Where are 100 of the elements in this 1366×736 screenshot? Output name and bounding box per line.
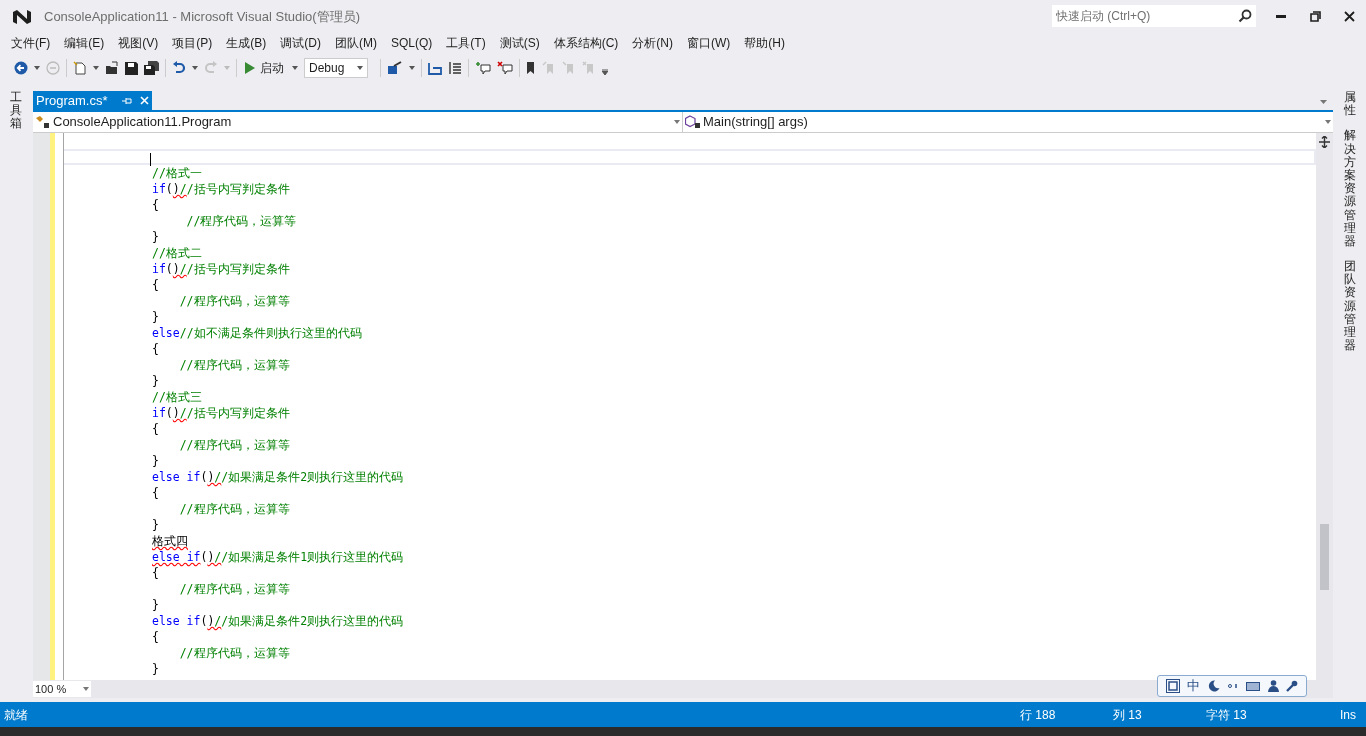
- code-line: {: [152, 566, 159, 580]
- punctuation-icon[interactable]: [1226, 682, 1239, 690]
- code-line: //程序代码，运算等: [178, 502, 290, 516]
- caret-icon[interactable]: [93, 66, 99, 70]
- caret-icon[interactable]: [292, 66, 298, 70]
- user-icon[interactable]: [1267, 680, 1279, 692]
- search-icon: [1238, 8, 1252, 23]
- pin-icon[interactable]: [121, 95, 132, 106]
- caret-icon: [674, 120, 680, 124]
- column-indicator: 列 13: [1113, 706, 1143, 724]
- save-all-icon[interactable]: [144, 61, 159, 75]
- caret-icon: [83, 687, 89, 691]
- keyboard-icon[interactable]: [1246, 681, 1261, 691]
- moon-icon[interactable]: [1207, 680, 1220, 692]
- menu-item[interactable]: 生成(B): [219, 34, 274, 52]
- code-line: }: [152, 662, 159, 676]
- status-text: 就绪: [4, 706, 29, 724]
- dock-tab[interactable]: 团队资源管理器: [1343, 260, 1356, 353]
- ime-language[interactable]: 中: [1187, 676, 1201, 696]
- code-line: //程序代码，运算等: [178, 358, 290, 372]
- line-indicator: 行 188: [1020, 706, 1057, 724]
- menu-item[interactable]: SQL(Q): [384, 34, 440, 52]
- ime-toolbar[interactable]: 中: [1157, 675, 1307, 697]
- code-line: }: [152, 374, 159, 388]
- text-cursor: [150, 153, 151, 166]
- minimize-icon: [1276, 14, 1286, 19]
- menu-item[interactable]: 帮助(H): [737, 34, 792, 52]
- method-icon: [685, 115, 701, 129]
- code-line: {: [152, 422, 159, 436]
- start-button[interactable]: 启动: [243, 59, 286, 77]
- menu-item[interactable]: 工具(T): [439, 34, 493, 52]
- window-title: ConsoleApplication11 - Microsoft Visual Studio(管理员): [44, 7, 360, 26]
- code-line: //程序代码，运算等: [185, 214, 297, 228]
- wrench-icon[interactable]: [1286, 680, 1299, 692]
- caret-icon[interactable]: [602, 69, 608, 75]
- code-line: {: [152, 342, 159, 356]
- dock-tab[interactable]: 解决方案资源管理器: [1343, 129, 1356, 249]
- save-icon[interactable]: [125, 61, 138, 75]
- menu-item[interactable]: 团队(M): [328, 34, 384, 52]
- code-line: }: [152, 518, 159, 532]
- code-line: //程序代码，运算等: [178, 294, 290, 308]
- insert-mode-indicator: Ins: [1340, 706, 1357, 724]
- menu-item[interactable]: 窗口(W): [680, 34, 738, 52]
- menu-item[interactable]: 体系结构(C): [546, 34, 626, 52]
- attach-icon[interactable]: [387, 61, 403, 75]
- menu-item[interactable]: 分析(N): [625, 34, 680, 52]
- back-icon[interactable]: [14, 61, 28, 75]
- comment-icon[interactable]: [475, 61, 491, 75]
- dock-tab[interactable]: 工具箱: [10, 91, 22, 131]
- caret-icon[interactable]: [409, 66, 415, 70]
- code-line: else//如不满足条件则执行这里的代码: [152, 326, 362, 340]
- caret-icon[interactable]: [192, 66, 198, 70]
- code-line: }: [152, 230, 159, 244]
- code-line: //程序代码，运算等: [178, 582, 290, 596]
- menu-item[interactable]: 视图(V): [111, 34, 166, 52]
- ime-logo-icon: [1165, 679, 1180, 693]
- scrollbar-thumb[interactable]: [1320, 524, 1329, 590]
- outdent-icon[interactable]: [448, 61, 462, 75]
- play-icon: [245, 62, 255, 74]
- code-line: {: [152, 486, 159, 500]
- new-item-icon[interactable]: [73, 61, 87, 75]
- uncomment-icon[interactable]: [497, 61, 513, 75]
- dropdown-arrow-icon[interactable]: [1320, 100, 1327, 104]
- document-tab[interactable]: Program.cs*: [33, 91, 152, 110]
- code-line: {: [152, 630, 159, 644]
- indent-icon[interactable]: [428, 61, 442, 75]
- zoom-dropdown[interactable]: 100 %: [33, 681, 91, 697]
- code-line: else if()//如果满足条件1则执行这里的代码: [152, 550, 404, 564]
- code-line: else if()//如果满足条件2则执行这里的代码: [152, 614, 404, 628]
- menu-item[interactable]: 测试(S): [492, 34, 547, 52]
- menu-item[interactable]: 项目(P): [165, 34, 220, 52]
- code-line: //格式三: [152, 390, 202, 404]
- code-line: {: [152, 278, 159, 292]
- menu-item[interactable]: 文件(F): [4, 34, 58, 52]
- code-line: }: [152, 310, 159, 324]
- close-icon[interactable]: [139, 96, 149, 105]
- code-line: 格式四: [152, 534, 188, 548]
- vertical-scrollbar[interactable]: [1316, 133, 1333, 680]
- close-icon: [1343, 11, 1355, 22]
- code-line: //格式二: [152, 246, 202, 260]
- restore-icon: [1309, 11, 1321, 22]
- type-dropdown[interactable]: ConsoleApplication11.Program: [33, 112, 683, 132]
- code-line: if()//括号内写判定条件: [152, 182, 290, 196]
- bookmark-icon[interactable]: [526, 61, 536, 75]
- undo-icon[interactable]: [172, 61, 186, 75]
- code-line: if()//括号内写判定条件: [152, 262, 290, 276]
- code-line: //程序代码，运算等: [178, 646, 290, 660]
- configuration-dropdown[interactable]: Debug: [304, 58, 368, 78]
- dock-tab[interactable]: 属性: [1343, 91, 1356, 118]
- code-line: else if()//如果满足条件2则执行这里的代码: [152, 470, 404, 484]
- splitter-icon[interactable]: [1319, 136, 1330, 148]
- class-icon: [35, 115, 51, 129]
- caret-icon: [1325, 120, 1331, 124]
- code-line: //格式一: [152, 166, 202, 180]
- caret-icon: [357, 66, 363, 70]
- member-dropdown[interactable]: Main(string[] args): [683, 112, 1333, 132]
- menu-item[interactable]: 调试(D): [273, 34, 328, 52]
- menu-item[interactable]: 编辑(E): [57, 34, 112, 52]
- open-file-icon[interactable]: [105, 61, 119, 75]
- caret-icon[interactable]: [34, 66, 40, 70]
